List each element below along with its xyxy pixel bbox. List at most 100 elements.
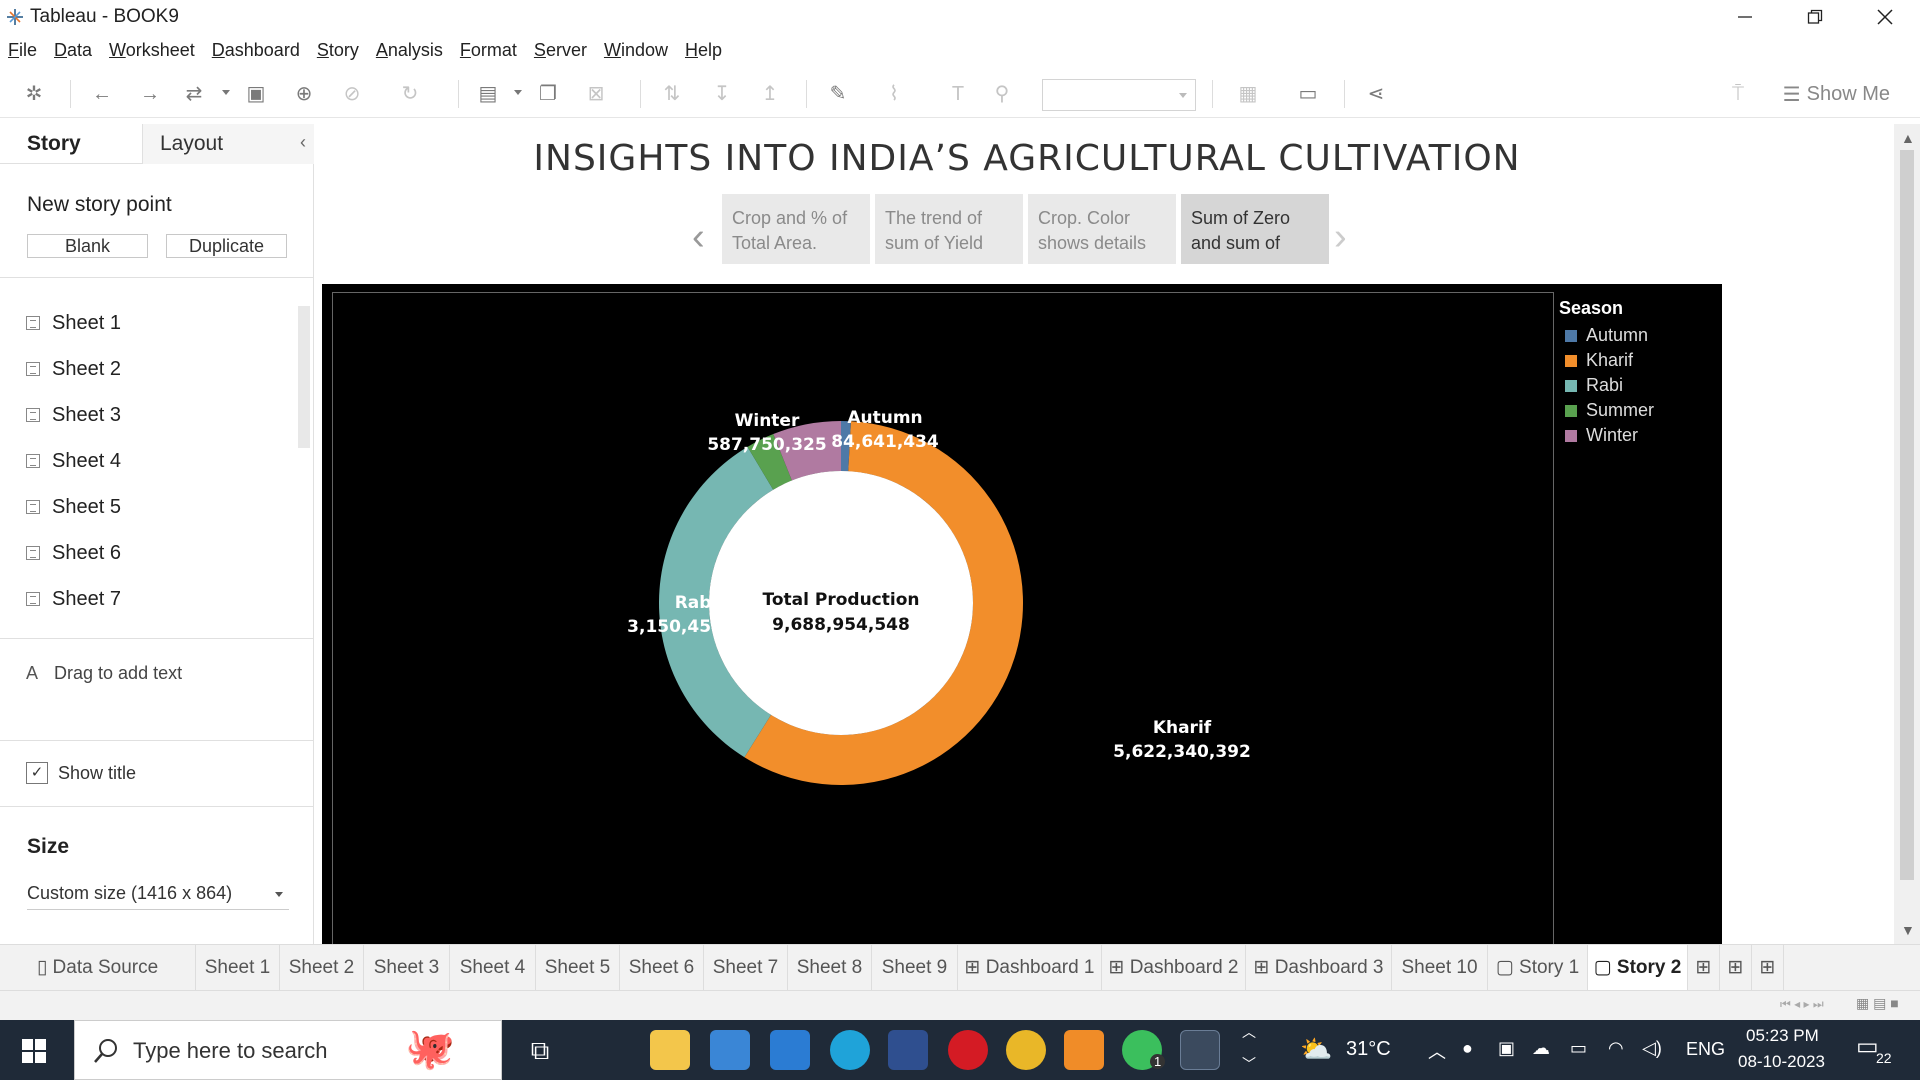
- menu-analysis[interactable]: Analysis: [376, 40, 443, 61]
- close-button[interactable]: [1850, 0, 1920, 34]
- next-story-point-icon[interactable]: ›: [1334, 216, 1347, 259]
- dev-home-icon[interactable]: [888, 1030, 928, 1070]
- windows-start-icon[interactable]: [22, 1039, 46, 1063]
- refresh-icon[interactable]: ↻: [398, 82, 422, 106]
- highlight-icon[interactable]: ✎: [826, 82, 850, 106]
- menu-worksheet[interactable]: Worksheet: [109, 40, 195, 61]
- format-painter-icon[interactable]: ⍑: [1726, 82, 1750, 106]
- sheet-navigation-icon[interactable]: ⏮ ◂ ▸ ⏭: [1780, 997, 1824, 1012]
- swap-icon[interactable]: ⇄: [182, 82, 206, 106]
- duplicate-sheet-icon[interactable]: ❐: [536, 82, 560, 106]
- new-story-tab-button[interactable]: ⊞: [1752, 945, 1784, 991]
- swap-rows-columns-icon[interactable]: ⇅: [660, 82, 684, 106]
- sheet-list-item[interactable]: Sheet 5: [0, 484, 300, 530]
- tab-sheet[interactable]: Sheet 3: [364, 945, 450, 991]
- save-icon[interactable]: ▣: [244, 82, 268, 106]
- size-dropdown[interactable]: Custom size (1416 x 864): [27, 880, 289, 910]
- menu-dashboard[interactable]: Dashboard: [212, 40, 300, 61]
- story-point[interactable]: Crop and % of Total Area.: [722, 194, 870, 264]
- file-explorer-icon[interactable]: [650, 1030, 690, 1070]
- story-point[interactable]: The trend of sum of Yield: [875, 194, 1023, 264]
- fit-dropdown[interactable]: [1042, 79, 1196, 111]
- group-icon[interactable]: ⌇: [882, 82, 906, 106]
- microsoft-store-icon[interactable]: [710, 1030, 750, 1070]
- sort-descending-icon[interactable]: ↥: [758, 82, 782, 106]
- tab-sheet[interactable]: Sheet 5: [536, 945, 620, 991]
- blank-button[interactable]: Blank: [27, 234, 148, 258]
- wifi-icon[interactable]: ◠: [1608, 1038, 1624, 1059]
- battery-icon[interactable]: ▭: [1570, 1038, 1587, 1059]
- menu-file[interactable]: File: [8, 40, 37, 61]
- tab-sheet[interactable]: Sheet 1: [196, 945, 280, 991]
- pause-updates-icon[interactable]: ⊘: [340, 82, 364, 106]
- menu-window[interactable]: Window: [604, 40, 668, 61]
- story-point-active[interactable]: Sum of Zero and sum of: [1181, 194, 1329, 264]
- tray-app-icon[interactable]: ●: [1462, 1038, 1473, 1059]
- taskbar-scroll-down-icon[interactable]: ﹀: [1242, 1054, 1256, 1074]
- restore-button[interactable]: [1780, 0, 1850, 34]
- scrollbar-thumb[interactable]: [1900, 150, 1914, 880]
- sheet-list-scrollbar[interactable]: [298, 306, 310, 448]
- show-cards-icon[interactable]: ▦: [1236, 82, 1260, 106]
- legend-item[interactable]: Autumn: [1559, 323, 1719, 348]
- view-mode-icon[interactable]: ▦ ▤ ■: [1856, 995, 1899, 1012]
- new-worksheet-icon[interactable]: ▤: [476, 82, 500, 106]
- scroll-down-icon[interactable]: ▼: [1901, 922, 1915, 938]
- collapse-pane-icon[interactable]: ‹: [300, 132, 306, 153]
- menu-data[interactable]: Data: [54, 40, 92, 61]
- share-icon[interactable]: ⋖: [1364, 82, 1388, 106]
- tab-sheet[interactable]: Sheet 6: [620, 945, 704, 991]
- show-title-checkbox[interactable]: ✓: [26, 762, 48, 784]
- new-dashboard-tab-button[interactable]: ⊞: [1720, 945, 1752, 991]
- menu-story[interactable]: Story: [317, 40, 359, 61]
- menu-help[interactable]: Help: [685, 40, 722, 61]
- show-me-button[interactable]: ☰ Show Me: [1783, 82, 1890, 107]
- menu-server[interactable]: Server: [534, 40, 587, 61]
- new-data-source-icon[interactable]: ⊕: [292, 82, 316, 106]
- story-point[interactable]: Crop. Color shows details: [1028, 194, 1176, 264]
- tab-sheet[interactable]: Sheet 10: [1392, 945, 1488, 991]
- sheet-list-item[interactable]: Sheet 1: [0, 300, 300, 346]
- tab-data-source[interactable]: ▯ Data Source: [0, 945, 196, 991]
- labels-icon[interactable]: T: [946, 82, 970, 106]
- minimize-button[interactable]: [1710, 0, 1780, 34]
- sheet-list-item[interactable]: Sheet 7: [0, 576, 300, 622]
- tab-story-active[interactable]: ▢ Story 2: [1588, 945, 1688, 991]
- tab-sheet[interactable]: Sheet 8: [788, 945, 872, 991]
- tableau-taskbar-icon[interactable]: [1180, 1030, 1220, 1070]
- new-worksheet-tab-button[interactable]: ⊞: [1688, 945, 1720, 991]
- sheet-list-item[interactable]: Sheet 2: [0, 346, 300, 392]
- vertical-scrollbar[interactable]: ▲ ▼: [1894, 124, 1920, 944]
- input-language[interactable]: ENG: [1686, 1039, 1725, 1060]
- legend-item[interactable]: Summer: [1559, 398, 1719, 423]
- swap-caret-icon[interactable]: [222, 90, 230, 95]
- tab-layout[interactable]: Layout: [160, 124, 223, 164]
- drag-to-add-text[interactable]: A Drag to add text: [26, 663, 182, 684]
- taskbar-search-box[interactable]: Type here to search 🐙: [74, 1020, 502, 1080]
- legend-item[interactable]: Rabi: [1559, 373, 1719, 398]
- tab-story[interactable]: Story: [27, 124, 81, 164]
- clear-sheet-icon[interactable]: ⊠: [584, 82, 608, 106]
- clock-time[interactable]: 05:23 PM: [1746, 1026, 1819, 1046]
- menu-format[interactable]: Format: [460, 40, 517, 61]
- fix-axes-icon[interactable]: ⚲: [990, 82, 1014, 106]
- clock-date[interactable]: 08-10-2023: [1738, 1052, 1825, 1072]
- weather-icon[interactable]: ⛅: [1300, 1034, 1332, 1065]
- weather-temperature[interactable]: 31°C: [1346, 1038, 1391, 1061]
- onedrive-icon[interactable]: ☁: [1532, 1038, 1550, 1059]
- legend-item[interactable]: Winter: [1559, 423, 1719, 448]
- tab-sheet[interactable]: Sheet 4: [450, 945, 536, 991]
- volume-icon[interactable]: ◁): [1642, 1038, 1662, 1059]
- tab-dashboard[interactable]: ⊞ Dashboard 3: [1246, 945, 1392, 991]
- opera-browser-icon[interactable]: [948, 1030, 988, 1070]
- tab-sheet[interactable]: Sheet 2: [280, 945, 364, 991]
- tab-sheet[interactable]: Sheet 9: [872, 945, 958, 991]
- legend-item[interactable]: Kharif: [1559, 348, 1719, 373]
- presentation-mode-icon[interactable]: ▭: [1296, 82, 1320, 106]
- sheet-list-item[interactable]: Sheet 4: [0, 438, 300, 484]
- tab-story[interactable]: ▢ Story 1: [1488, 945, 1588, 991]
- show-hidden-icons-icon[interactable]: ︿: [1428, 1038, 1446, 1064]
- sheet-list-item[interactable]: Sheet 6: [0, 530, 300, 576]
- tab-dashboard[interactable]: ⊞ Dashboard 1: [958, 945, 1102, 991]
- sort-ascending-icon[interactable]: ↧: [710, 82, 734, 106]
